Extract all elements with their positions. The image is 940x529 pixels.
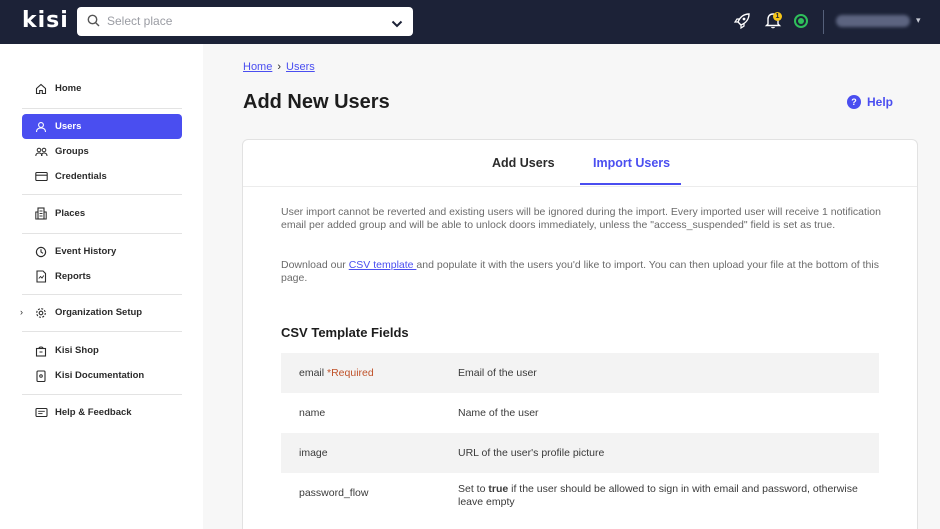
place-select-placeholder: Select place bbox=[107, 14, 173, 28]
notifications-button[interactable]: 1 bbox=[764, 11, 784, 31]
tab-bar: Add Users Import Users bbox=[243, 140, 917, 187]
sidebar-item-label: Credentials bbox=[55, 171, 107, 182]
sidebar-item-label: Places bbox=[55, 208, 86, 219]
description-suffix: if the user should be allowed to sign in… bbox=[458, 483, 858, 508]
page-title: Add New Users bbox=[243, 91, 390, 113]
notification-badge: 1 bbox=[773, 12, 782, 21]
gear-icon bbox=[34, 306, 48, 320]
sidebar-item-label: Kisi Shop bbox=[55, 345, 99, 356]
sidebar-item-label: Users bbox=[55, 121, 82, 132]
sidebar-item-home[interactable]: Home bbox=[22, 76, 182, 101]
sidebar-item-label: Organization Setup bbox=[55, 307, 143, 318]
shop-icon bbox=[34, 344, 48, 358]
table-row: name Name of the user bbox=[281, 393, 879, 433]
feedback-icon bbox=[34, 406, 48, 420]
breadcrumb-users-link[interactable]: Users bbox=[286, 61, 315, 73]
help-icon: ? bbox=[847, 95, 861, 109]
help-button[interactable]: ? Help bbox=[847, 95, 893, 109]
card-icon bbox=[34, 170, 48, 184]
table-row: password_flow Set to true if the user sh… bbox=[281, 473, 879, 521]
description-bold: true bbox=[488, 483, 509, 495]
field-description: Set to true if the user should be allowe… bbox=[458, 483, 858, 509]
sidebar-item-kisi-shop[interactable]: Kisi Shop bbox=[22, 338, 182, 363]
account-menu[interactable] bbox=[836, 15, 910, 27]
sidebar: Home Users Groups Credentials Places Eve… bbox=[0, 44, 203, 529]
sidebar-item-groups[interactable]: Groups bbox=[22, 139, 182, 164]
active-tab-indicator bbox=[580, 183, 681, 185]
table-row: image URL of the user's profile picture bbox=[281, 433, 879, 473]
chevron-down-icon[interactable]: ▾ bbox=[916, 15, 921, 26]
groups-icon bbox=[34, 145, 48, 159]
field-name: email *Required bbox=[299, 367, 374, 379]
sidebar-item-places[interactable]: Places bbox=[22, 201, 182, 226]
download-instructions: Download our CSV template and populate i… bbox=[281, 259, 881, 285]
history-icon bbox=[34, 245, 48, 259]
top-bar: kisi Select place 1 ▾ bbox=[0, 0, 940, 44]
download-prefix: Download our bbox=[281, 259, 349, 271]
section-title: CSV Template Fields bbox=[281, 325, 409, 340]
sidebar-item-label: Groups bbox=[55, 146, 89, 157]
chevron-down-icon bbox=[391, 16, 403, 34]
sidebar-item-label: Event History bbox=[55, 246, 117, 257]
import-card: Add Users Import Users User import canno… bbox=[242, 139, 918, 529]
divider bbox=[22, 108, 182, 109]
breadcrumb-separator: › bbox=[277, 61, 282, 73]
home-icon bbox=[34, 82, 48, 96]
csv-fields-table: email *Required Email of the user name N… bbox=[281, 353, 879, 521]
breadcrumb-home-link[interactable]: Home bbox=[243, 61, 272, 73]
sidebar-item-label: Reports bbox=[55, 271, 91, 282]
divider bbox=[22, 194, 182, 195]
sidebar-item-help-feedback[interactable]: Help & Feedback bbox=[22, 400, 182, 425]
status-icon[interactable] bbox=[794, 14, 808, 28]
field-description: Name of the user bbox=[458, 407, 539, 419]
field-name: image bbox=[299, 447, 328, 459]
sidebar-item-organization-setup[interactable]: Organization Setup bbox=[22, 300, 182, 325]
import-warning-text: User import cannot be reverted and exist… bbox=[281, 206, 881, 231]
description-prefix: Set to bbox=[458, 483, 489, 495]
sidebar-item-users[interactable]: Users bbox=[22, 114, 182, 139]
field-description: URL of the user's profile picture bbox=[458, 447, 605, 459]
building-icon bbox=[34, 207, 48, 221]
divider bbox=[22, 233, 182, 234]
sidebar-item-reports[interactable]: Reports bbox=[22, 264, 182, 289]
tab-import-users[interactable]: Import Users bbox=[593, 156, 670, 170]
help-label: Help bbox=[867, 95, 894, 109]
search-icon bbox=[87, 14, 100, 32]
sidebar-item-event-history[interactable]: Event History bbox=[22, 239, 182, 264]
divider bbox=[823, 10, 824, 34]
sidebar-item-label: Help & Feedback bbox=[55, 407, 132, 418]
divider bbox=[22, 294, 182, 295]
tab-add-users[interactable]: Add Users bbox=[492, 156, 555, 170]
sidebar-item-credentials[interactable]: Credentials bbox=[22, 164, 182, 189]
user-icon bbox=[34, 120, 48, 134]
report-icon bbox=[34, 270, 48, 284]
field-name-text: email bbox=[299, 367, 325, 379]
divider bbox=[22, 394, 182, 395]
document-icon bbox=[34, 369, 48, 383]
field-name: password_flow bbox=[299, 487, 369, 499]
required-badge: *Required bbox=[327, 367, 374, 379]
sidebar-item-kisi-documentation[interactable]: Kisi Documentation bbox=[22, 363, 182, 388]
breadcrumb: Home › Users bbox=[243, 61, 315, 73]
field-name: name bbox=[299, 407, 326, 419]
field-description: Email of the user bbox=[458, 367, 537, 379]
divider bbox=[22, 331, 182, 332]
rocket-icon[interactable] bbox=[733, 12, 751, 35]
kisi-logo[interactable]: kisi bbox=[22, 8, 69, 33]
csv-template-link[interactable]: CSV template bbox=[349, 259, 417, 271]
sidebar-item-label: Home bbox=[55, 83, 82, 94]
table-row: email *Required Email of the user bbox=[281, 353, 879, 393]
sidebar-item-label: Kisi Documentation bbox=[55, 370, 145, 381]
place-select[interactable]: Select place bbox=[77, 7, 413, 36]
